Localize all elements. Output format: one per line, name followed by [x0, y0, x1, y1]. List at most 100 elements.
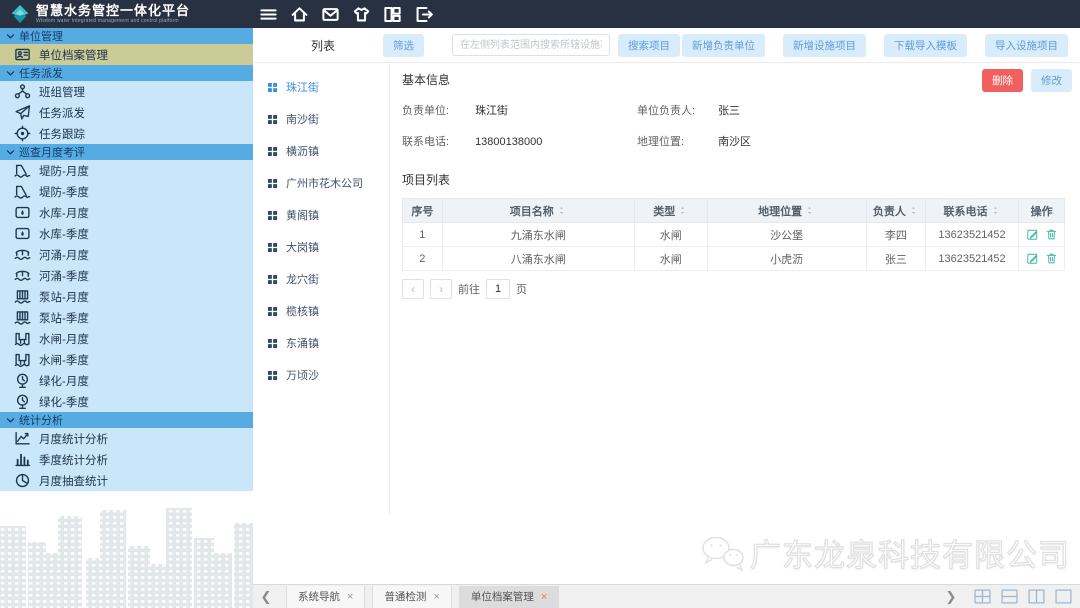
close-icon[interactable]: ×: [541, 591, 547, 603]
tab[interactable]: 系统导航×: [286, 586, 365, 608]
toolbar-action-button[interactable]: 新增负责单位: [682, 34, 765, 57]
org-list-item[interactable]: 黄阁镇: [253, 199, 389, 231]
shirt-button[interactable]: [352, 5, 371, 24]
layout-grid-button[interactable]: [974, 589, 991, 604]
chart-line-icon: [14, 430, 31, 447]
org-list-item[interactable]: 龙穴街: [253, 263, 389, 295]
sidebar-item[interactable]: 河涌-季度: [0, 265, 253, 286]
chevron-down-icon: [5, 147, 16, 158]
org-item-label: 南沙街: [286, 111, 319, 127]
layout-button[interactable]: [383, 5, 402, 24]
tab[interactable]: 单位档案管理×: [459, 586, 559, 608]
sidebar-item[interactable]: 水库-月度: [0, 202, 253, 223]
sidebar-item[interactable]: 班组管理: [0, 81, 253, 102]
close-icon[interactable]: ×: [347, 591, 353, 603]
org-list-item[interactable]: 广州市花木公司: [253, 167, 389, 199]
delete-button[interactable]: 删除: [982, 69, 1023, 92]
layout-hsplit-button[interactable]: [1001, 589, 1018, 604]
org-item-label: 广州市花木公司: [286, 175, 363, 191]
field-label: 地理位置:: [637, 133, 707, 149]
sort-icon: [908, 205, 919, 216]
sidebar-item[interactable]: 水闸-月度: [0, 328, 253, 349]
table-header[interactable]: 地理位置: [707, 199, 866, 223]
filter-button[interactable]: 筛选: [383, 34, 424, 57]
tab[interactable]: 普通检测×: [372, 586, 451, 608]
sidebar-item[interactable]: 绿化-季度: [0, 391, 253, 412]
org-list-item[interactable]: 东涌镇: [253, 327, 389, 359]
sidebar-item[interactable]: 任务跟踪: [0, 123, 253, 144]
org-list-item[interactable]: 南沙街: [253, 103, 389, 135]
sidebar-item[interactable]: 任务派发: [0, 102, 253, 123]
org-list-item[interactable]: 榄核镇: [253, 295, 389, 327]
sidebar-item[interactable]: 单位档案管理: [0, 44, 253, 65]
org-list-item[interactable]: 大岗镇: [253, 231, 389, 263]
sidebar-item[interactable]: 水库-季度: [0, 223, 253, 244]
tabs-scroll-left-icon[interactable]: ❮: [253, 589, 279, 605]
row-delete-button[interactable]: [1045, 252, 1058, 265]
sidebar-item[interactable]: 绿化-月度: [0, 370, 253, 391]
reservoir-icon: [14, 204, 31, 221]
org-list-item[interactable]: 横沥镇: [253, 135, 389, 167]
section-label: 任务派发: [19, 65, 63, 81]
layout-vsplit-button[interactable]: [1028, 589, 1045, 604]
sidebar-section[interactable]: 单位管理: [0, 28, 253, 44]
page-number-input[interactable]: 1: [486, 279, 510, 299]
trash-icon: [1045, 252, 1058, 265]
sidebar-item[interactable]: 堤防-月度: [0, 160, 253, 181]
project-list-title: 项目列表: [402, 171, 1072, 188]
menu-icon: [259, 5, 278, 24]
search-input[interactable]: [452, 34, 610, 56]
sidebar-item[interactable]: 泵站-月度: [0, 286, 253, 307]
search-project-button[interactable]: 搜索项目: [618, 34, 680, 57]
sidebar-item[interactable]: 月度抽查统计: [0, 470, 253, 491]
toolbar-action-button[interactable]: 新增设施项目: [783, 34, 866, 57]
sidebar-item[interactable]: 水闸-季度: [0, 349, 253, 370]
tabs-scroll-right-icon[interactable]: ❯: [938, 589, 964, 605]
list-label: 列表: [311, 37, 335, 54]
next-page-button[interactable]: ›: [430, 279, 452, 299]
grid-icon: [266, 241, 279, 254]
sidebar-item-label: 泵站-季度: [39, 310, 89, 326]
org-list-item[interactable]: 万顷沙: [253, 359, 389, 391]
sidebar-item-label: 任务派发: [39, 105, 85, 121]
toolbar-action-button[interactable]: 下载导入模板: [884, 34, 967, 57]
content-row: 珠江街南沙街横沥镇广州市花木公司黄阁镇大岗镇龙穴街榄核镇东涌镇万顷沙 基本信息 …: [253, 63, 1080, 515]
sidebar-section[interactable]: 统计分析: [0, 412, 253, 428]
sidebar-item-label: 季度统计分析: [39, 452, 108, 468]
table-header[interactable]: 联系电话: [926, 199, 1019, 223]
prev-page-button[interactable]: ‹: [402, 279, 424, 299]
sidebar-item[interactable]: 泵站-季度: [0, 307, 253, 328]
close-icon[interactable]: ×: [433, 591, 439, 603]
layout-single-button[interactable]: [1055, 589, 1072, 604]
sidebar-section[interactable]: 巡查月度考评: [0, 144, 253, 160]
modify-button[interactable]: 修改: [1031, 69, 1072, 92]
logout-button[interactable]: [414, 5, 433, 24]
mail-button[interactable]: [321, 5, 340, 24]
menu-button[interactable]: [259, 5, 278, 24]
field-label: 负责单位:: [402, 102, 464, 118]
row-edit-button[interactable]: [1026, 252, 1039, 265]
row-edit-button[interactable]: [1026, 228, 1039, 241]
detail-panel: 基本信息 删除 修改 负责单位: 珠江街 单位负责人: 张三 联系电话:: [390, 63, 1080, 515]
field-location: 地理位置: 南沙区: [637, 133, 1072, 149]
table-header[interactable]: 负责人: [866, 199, 926, 223]
toolbar-action-button[interactable]: 导入设施项目: [985, 34, 1068, 57]
brand-text: 智慧水务管控一体化平台 Wisdom water Integrated mana…: [36, 4, 190, 24]
table-header[interactable]: 类型: [634, 199, 707, 223]
sidebar-item-label: 绿化-月度: [39, 373, 89, 389]
row-delete-button[interactable]: [1045, 228, 1058, 241]
sidebar-item[interactable]: 季度统计分析: [0, 449, 253, 470]
home-button[interactable]: [290, 5, 309, 24]
org-item-label: 大岗镇: [286, 239, 319, 255]
grid-icon: [266, 145, 279, 158]
field-unit: 负责单位: 珠江街: [402, 102, 637, 118]
field-owner: 单位负责人: 张三: [637, 102, 1072, 118]
grid-icon: [266, 177, 279, 190]
sidebar-item[interactable]: 月度统计分析: [0, 428, 253, 449]
org-item-label: 榄核镇: [286, 303, 319, 319]
org-list-item[interactable]: 珠江街: [253, 71, 389, 103]
sidebar-item[interactable]: 堤防-季度: [0, 181, 253, 202]
sidebar-item[interactable]: 河涌-月度: [0, 244, 253, 265]
table-header[interactable]: 项目名称: [442, 199, 634, 223]
sidebar-section[interactable]: 任务派发: [0, 65, 253, 81]
